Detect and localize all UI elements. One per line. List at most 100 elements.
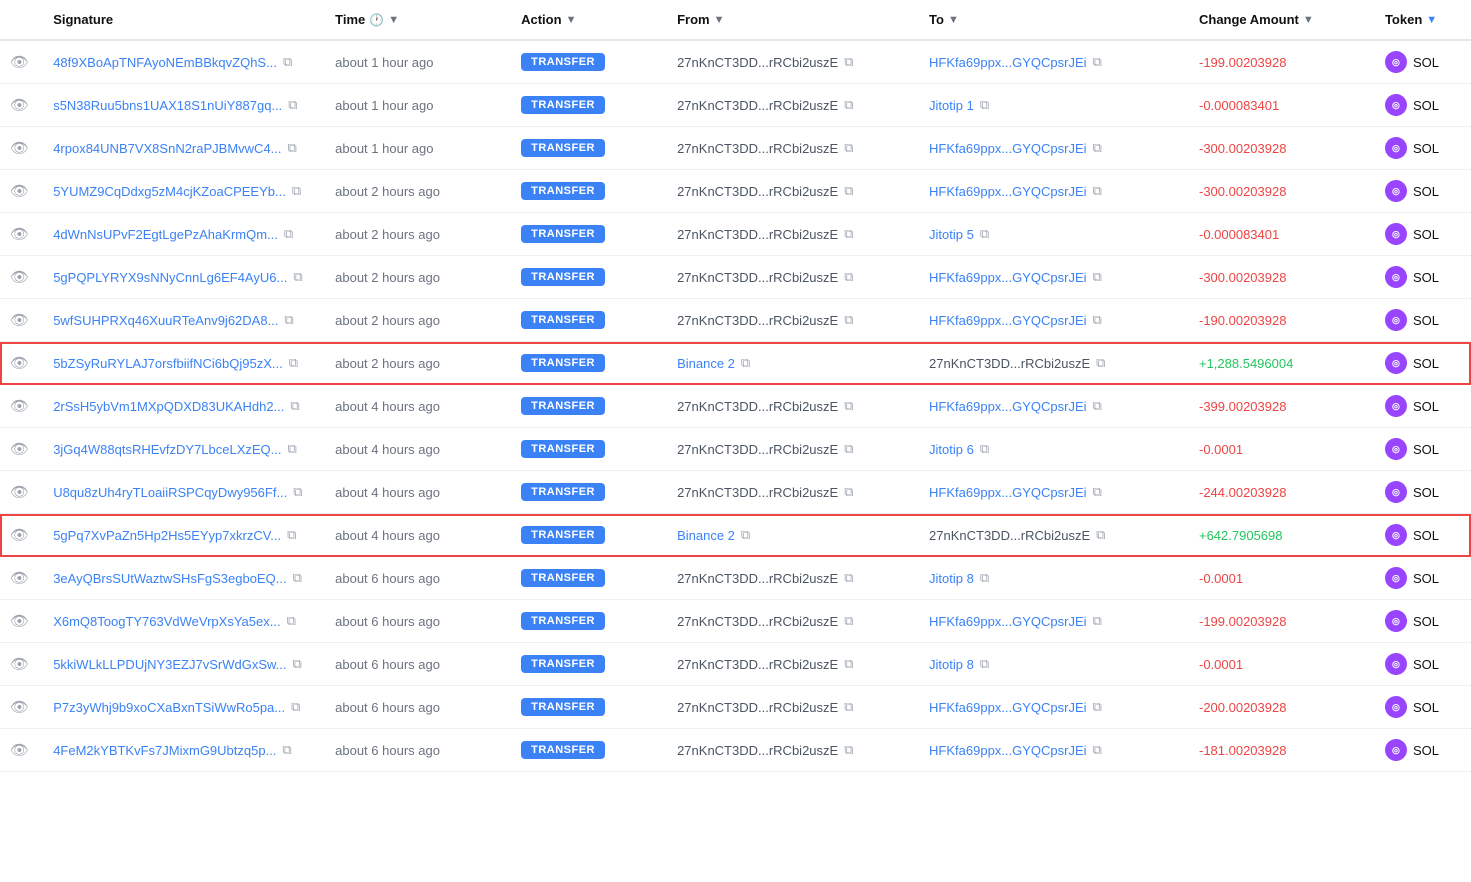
signature-link[interactable]: 3jGq4W88qtsRHEvfzDY7LbceLXzEQ...	[53, 442, 281, 457]
col-header-change-amount[interactable]: Change Amount ▼	[1189, 0, 1375, 40]
col-header-from[interactable]: From ▼	[667, 0, 919, 40]
eye-icon[interactable]: 👁	[10, 484, 29, 501]
signature-link[interactable]: U8qu8zUh4ryTLoaiiRSPCqyDwy956Ff...	[53, 485, 287, 500]
copy-from-icon[interactable]: ⧉	[842, 267, 855, 287]
signature-link[interactable]: 5kkiWLkLLPDUjNY3EZJ7vSrWdGxSw...	[53, 657, 286, 672]
copy-to-icon[interactable]: ⧉	[1091, 396, 1104, 416]
signature-link[interactable]: P7z3yWhj9b9xoCXaBxnTSiWwRo5pa...	[53, 700, 285, 715]
copy-from-icon[interactable]: ⧉	[842, 482, 855, 502]
copy-from-icon[interactable]: ⧉	[842, 95, 855, 115]
signature-link[interactable]: 48f9XBoApTNFAyoNEmBBkqvZQhS...	[53, 55, 277, 70]
copy-signature-icon[interactable]: ⧉	[282, 224, 295, 244]
signature-link[interactable]: 5gPQPLYRYX9sNNyCnnLg6EF4AyU6...	[53, 270, 287, 285]
copy-signature-icon[interactable]: ⧉	[291, 654, 304, 674]
copy-signature-icon[interactable]: ⧉	[280, 740, 293, 760]
signature-link[interactable]: 4dWnNsUPvF2EgtLgePzAhaKrmQm...	[53, 227, 278, 242]
copy-signature-icon[interactable]: ⧉	[286, 138, 299, 158]
eye-icon[interactable]: 👁	[10, 570, 29, 587]
to-address-link[interactable]: HFKfa69ppx...GYQCpsrJEi	[929, 743, 1087, 758]
copy-signature-icon[interactable]: ⧉	[286, 439, 299, 459]
copy-to-icon[interactable]: ⧉	[1091, 310, 1104, 330]
copy-to-icon[interactable]: ⧉	[978, 224, 991, 244]
copy-signature-icon[interactable]: ⧉	[288, 396, 301, 416]
copy-to-icon[interactable]: ⧉	[1091, 611, 1104, 631]
signature-link[interactable]: s5N38Ruu5bns1UAX18S1nUiY887gq...	[53, 98, 282, 113]
to-address-link[interactable]: HFKfa69ppx...GYQCpsrJEi	[929, 313, 1087, 328]
copy-from-icon[interactable]: ⧉	[842, 52, 855, 72]
to-address-link[interactable]: HFKfa69ppx...GYQCpsrJEi	[929, 55, 1087, 70]
to-address-link[interactable]: Jitotip 1	[929, 98, 974, 113]
copy-signature-icon[interactable]: ⧉	[285, 611, 298, 631]
from-filter-icon[interactable]: ▼	[714, 14, 725, 26]
to-address-link[interactable]: HFKfa69ppx...GYQCpsrJEi	[929, 270, 1087, 285]
copy-from-icon[interactable]: ⧉	[842, 611, 855, 631]
eye-icon[interactable]: 👁	[10, 699, 29, 716]
copy-from-icon[interactable]: ⧉	[842, 740, 855, 760]
signature-link[interactable]: X6mQ8ToogTY763VdWeVrpXsYa5ex...	[53, 614, 280, 629]
copy-signature-icon[interactable]: ⧉	[289, 697, 302, 717]
token-filter-icon[interactable]: ▼	[1426, 14, 1437, 26]
from-address-link[interactable]: Binance 2	[677, 356, 735, 371]
copy-from-icon[interactable]: ⧉	[842, 654, 855, 674]
signature-link[interactable]: 5gPq7XvPaZn5Hp2Hs5EYyp7xkrzCV...	[53, 528, 281, 543]
copy-signature-icon[interactable]: ⧉	[285, 525, 298, 545]
copy-to-icon[interactable]: ⧉	[1091, 52, 1104, 72]
copy-to-icon[interactable]: ⧉	[1091, 740, 1104, 760]
copy-from-icon[interactable]: ⧉	[842, 181, 855, 201]
copy-from-icon[interactable]: ⧉	[842, 224, 855, 244]
signature-link[interactable]: 4FeM2kYBTKvFs7JMixmG9Ubtzq5p...	[53, 743, 276, 758]
signature-link[interactable]: 2rSsH5ybVm1MXpQDXD83UKAHdh2...	[53, 399, 284, 414]
copy-signature-icon[interactable]: ⧉	[291, 482, 304, 502]
to-address-link[interactable]: Jitotip 8	[929, 657, 974, 672]
col-header-action[interactable]: Action ▼	[511, 0, 667, 40]
copy-from-icon[interactable]: ⧉	[842, 568, 855, 588]
copy-signature-icon[interactable]: ⧉	[282, 310, 295, 330]
copy-to-icon[interactable]: ⧉	[978, 439, 991, 459]
copy-signature-icon[interactable]: ⧉	[281, 52, 294, 72]
copy-to-icon[interactable]: ⧉	[978, 654, 991, 674]
copy-to-icon[interactable]: ⧉	[978, 568, 991, 588]
eye-icon[interactable]: 👁	[10, 54, 29, 71]
eye-icon[interactable]: 👁	[10, 398, 29, 415]
copy-from-icon[interactable]: ⧉	[842, 138, 855, 158]
eye-icon[interactable]: 👁	[10, 656, 29, 673]
eye-icon[interactable]: 👁	[10, 312, 29, 329]
to-address-link[interactable]: HFKfa69ppx...GYQCpsrJEi	[929, 485, 1087, 500]
copy-to-icon[interactable]: ⧉	[978, 95, 991, 115]
eye-icon[interactable]: 👁	[10, 97, 29, 114]
copy-to-icon[interactable]: ⧉	[1091, 697, 1104, 717]
eye-icon[interactable]: 👁	[10, 183, 29, 200]
eye-icon[interactable]: 👁	[10, 441, 29, 458]
copy-from-icon[interactable]: ⧉	[842, 310, 855, 330]
copy-signature-icon[interactable]: ⧉	[291, 267, 304, 287]
signature-link[interactable]: 5bZSyRuRYLAJ7orsfbiifNCi6bQj95zX...	[53, 356, 283, 371]
eye-icon[interactable]: 👁	[10, 269, 29, 286]
eye-icon[interactable]: 👁	[10, 613, 29, 630]
signature-link[interactable]: 5wfSUHPRXq46XuuRTeAnv9j62DA8...	[53, 313, 278, 328]
to-address-link[interactable]: HFKfa69ppx...GYQCpsrJEi	[929, 399, 1087, 414]
action-filter-icon[interactable]: ▼	[566, 14, 577, 26]
copy-signature-icon[interactable]: ⧉	[286, 95, 299, 115]
to-address-link[interactable]: HFKfa69ppx...GYQCpsrJEi	[929, 184, 1087, 199]
copy-signature-icon[interactable]: ⧉	[290, 181, 303, 201]
eye-icon[interactable]: 👁	[10, 742, 29, 759]
to-address-link[interactable]: Jitotip 6	[929, 442, 974, 457]
copy-signature-icon[interactable]: ⧉	[291, 568, 304, 588]
col-header-time[interactable]: Time 🕐 ▼	[325, 0, 511, 40]
from-address-link[interactable]: Binance 2	[677, 528, 735, 543]
col-header-to[interactable]: To ▼	[919, 0, 1189, 40]
eye-icon[interactable]: 👁	[10, 355, 29, 372]
copy-to-icon[interactable]: ⧉	[1091, 138, 1104, 158]
to-address-link[interactable]: Jitotip 8	[929, 571, 974, 586]
to-address-link[interactable]: HFKfa69ppx...GYQCpsrJEi	[929, 614, 1087, 629]
copy-to-icon[interactable]: ⧉	[1094, 525, 1107, 545]
copy-from-icon[interactable]: ⧉	[739, 525, 752, 545]
copy-to-icon[interactable]: ⧉	[1091, 267, 1104, 287]
signature-link[interactable]: 3eAyQBrsSUtWaztwSHsFgS3egboEQ...	[53, 571, 286, 586]
copy-from-icon[interactable]: ⧉	[842, 697, 855, 717]
eye-icon[interactable]: 👁	[10, 140, 29, 157]
copy-to-icon[interactable]: ⧉	[1094, 353, 1107, 373]
copy-from-icon[interactable]: ⧉	[842, 439, 855, 459]
copy-to-icon[interactable]: ⧉	[1091, 482, 1104, 502]
signature-link[interactable]: 4rpox84UNB7VX8SnN2raPJBMvwC4...	[53, 141, 281, 156]
